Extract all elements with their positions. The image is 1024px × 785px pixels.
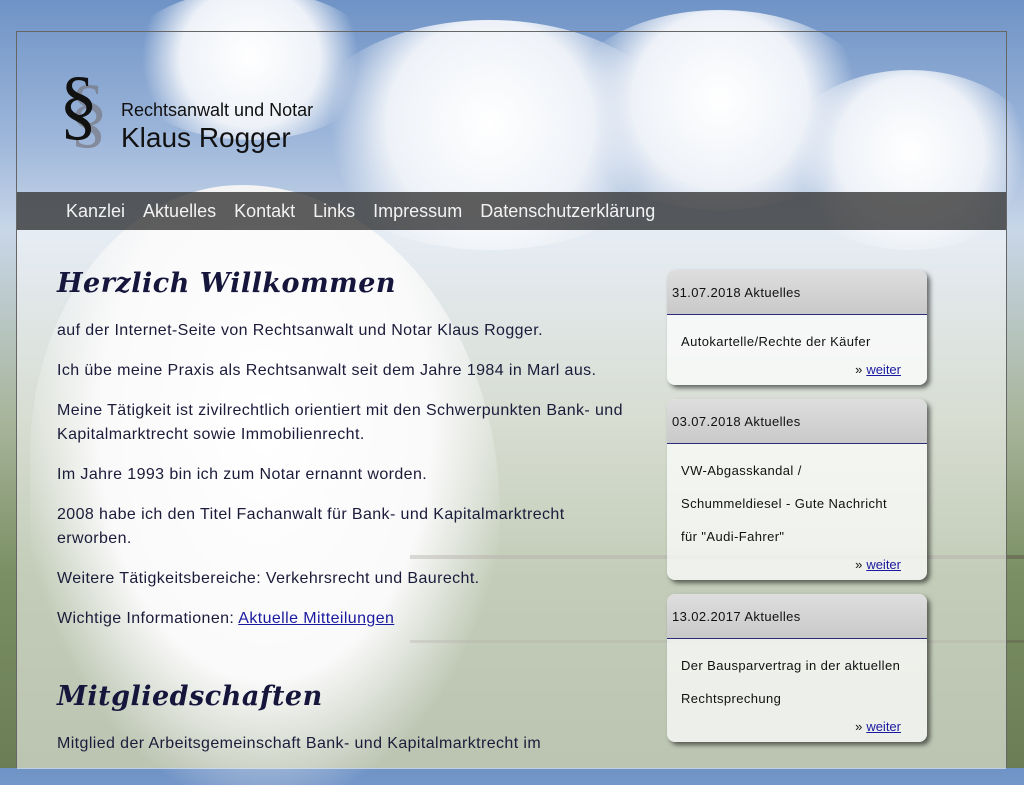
news-item-body: VW-Abgasskandal / Schummeldiesel - Gute … [667,444,927,557]
news-item-body: Autokartelle/Rechte der Käufer [667,315,927,362]
double-arrow-icon: » [855,557,863,572]
news-item-body: Der Bausparvertrag in der aktuellen Rech… [667,639,927,719]
news-item-title-line: für "Audi-Fahrer" [681,529,785,544]
news-item-header: 03.07.2018 Aktuelles [667,399,927,444]
news-item-more: » weiter [667,719,927,742]
content-panel: Herzlich Willkommen auf der Internet-Sei… [17,230,1006,769]
memberships-heading: Mitgliedschaften [57,681,323,712]
site-name: Klaus Rogger [121,122,291,153]
news-more-link[interactable]: weiter [866,362,901,377]
current-notices-link[interactable]: Aktuelle Mitteilungen [238,610,394,627]
news-item-title: Autokartelle/Rechte der Käufer [681,334,871,349]
important-info-label: Wichtige Informationen: [57,610,239,627]
news-item-title-line: VW-Abgasskandal / [681,463,802,478]
nav-item-aktuelles[interactable]: Aktuelles [143,201,216,222]
news-more-link[interactable]: weiter [866,719,901,734]
site-tagline: Rechtsanwalt und Notar [121,100,314,120]
membership-paragraph: Mitglied der Arbeitsgemeinschaft Bank- u… [57,735,542,752]
news-item-more: » weiter [667,362,927,385]
news-item-header: 13.02.2017 Aktuelles [667,594,927,639]
welcome-heading: Herzlich Willkommen [57,268,397,299]
news-more-link[interactable]: weiter [866,557,901,572]
news-item-title-line: Rechtsprechung [681,691,782,706]
news-item: 03.07.2018 Aktuelles VW-Abgasskandal / S… [667,399,927,580]
main-navigation: Kanzlei Aktuelles Kontakt Links Impressu… [17,192,1006,230]
page-frame: § § Rechtsanwalt und Notar Klaus Rogger … [16,31,1007,769]
nav-item-kanzlei[interactable]: Kanzlei [66,201,125,222]
intro-paragraph: auf der Internet-Seite von Rechtsanwalt … [57,322,543,339]
nav-item-links[interactable]: Links [313,201,355,222]
nav-item-datenschutz[interactable]: Datenschutzerklärung [480,201,655,222]
nav-item-impressum[interactable]: Impressum [373,201,462,222]
news-item: 31.07.2018 Aktuelles Autokartelle/Rechte… [667,270,927,385]
nav-item-kontakt[interactable]: Kontakt [234,201,295,222]
double-arrow-icon: » [855,362,863,377]
site-header: § § Rechtsanwalt und Notar Klaus Rogger [17,32,1006,192]
practice-paragraph: Ich übe meine Praxis als Rechtsanwalt se… [57,362,597,379]
focus-paragraph: Meine Tätigkeit ist zivilrechtlich orien… [57,402,623,443]
news-item-title-line: Schummeldiesel - Gute Nachricht [681,496,888,511]
news-item: 13.02.2017 Aktuelles Der Bausparvertrag … [667,594,927,742]
notary-paragraph: Im Jahre 1993 bin ich zum Notar ernannt … [57,466,428,483]
main-content: Herzlich Willkommen auf der Internet-Sei… [57,268,627,772]
news-item-header: 31.07.2018 Aktuelles [667,270,927,315]
double-arrow-icon: » [855,719,863,734]
specialist-paragraph: 2008 habe ich den Titel Fachanwalt für B… [57,506,565,547]
other-areas-paragraph: Weitere Tätigkeitsbereiche: Verkehrsrech… [57,570,480,587]
important-info-paragraph: Wichtige Informationen: Aktuelle Mitteil… [57,607,627,631]
news-item-more: » weiter [667,557,927,580]
news-sidebar: 31.07.2018 Aktuelles Autokartelle/Rechte… [667,270,927,756]
paragraph-logo-icon: § [59,60,98,147]
news-item-title-line: Der Bausparvertrag in der aktuellen [681,658,901,673]
